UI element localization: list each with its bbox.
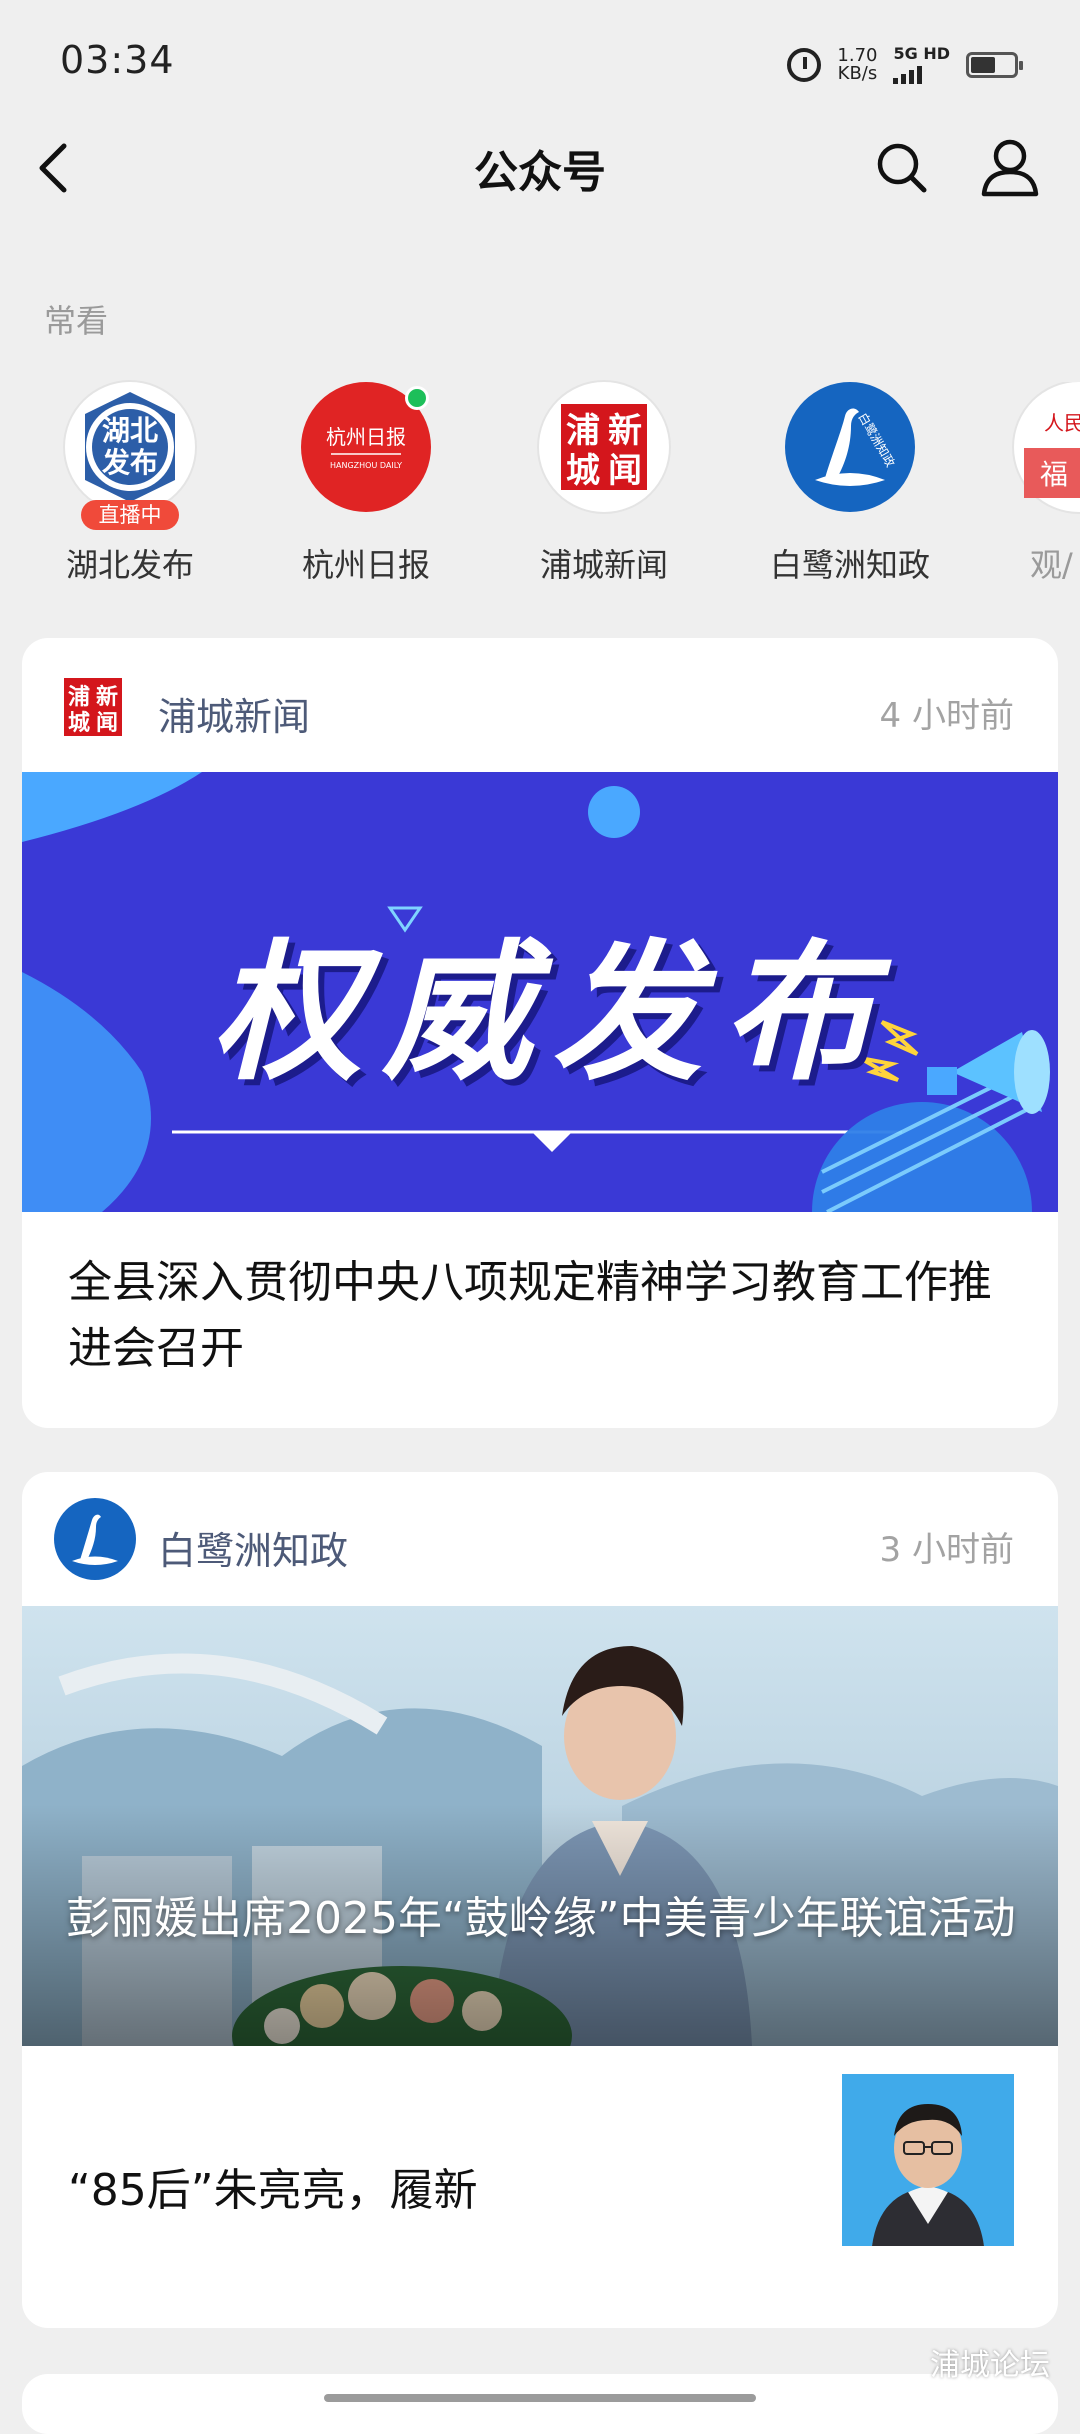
article-photo[interactable]: 彭丽媛出席2025年“鼓岭缘”中美青少年联谊活动 xyxy=(22,1606,1058,2046)
portrait-photo xyxy=(842,2074,1014,2246)
user-icon xyxy=(981,139,1039,197)
frequent-account-bailuzhou[interactable]: 白鹭洲知政 白鹭洲知政 xyxy=(740,382,960,586)
hubei-logo-icon: 湖北 发布 xyxy=(85,392,175,502)
svg-text:福: 福 xyxy=(1040,458,1068,491)
card-header: 浦 新 城 闻 浦城新闻 4 小时前 xyxy=(22,638,1058,772)
avatar: 人民日报 福 xyxy=(1014,382,1080,512)
pucheng-news-logo-icon: 浦 新 城 闻 xyxy=(561,404,647,491)
source-avatar: 浦 新 城 闻 xyxy=(64,678,122,736)
avatar: 浦 新 城 闻 xyxy=(539,382,669,512)
watermark-text: 浦城论坛 xyxy=(930,2348,1050,2383)
frequent-account-hangzhou[interactable]: 杭州日报 HANGZHOU DAILY 杭州日报 xyxy=(256,382,476,586)
sub-article-headline: “85后”朱亮亮，履新 xyxy=(68,2165,478,2216)
profile-button[interactable] xyxy=(978,136,1042,200)
svg-text:白鹭洲知政: 白鹭洲知政 xyxy=(855,410,898,469)
article-headline[interactable]: 全县深入贯彻中央八项规定精神学习教育工作推进会召开 xyxy=(68,1250,1018,1382)
alarm-icon xyxy=(787,48,822,82)
account-name: 湖北发布 xyxy=(65,546,194,584)
svg-text:城: 城 xyxy=(68,710,90,736)
speed-unit: KB/s xyxy=(837,63,878,84)
avatar: 湖北 发布 直播中 xyxy=(65,382,195,530)
sub-article-thumbnail xyxy=(842,2074,1014,2246)
status-icons: 1.70 KB/s 5G HD xyxy=(787,40,1023,90)
svg-text:新: 新 xyxy=(96,684,118,710)
peoples-daily-logo-icon: 人民日报 福 xyxy=(1024,411,1080,498)
article-banner-image[interactable]: 权威发布 xyxy=(22,772,1058,1212)
post-time: 4 小时前 xyxy=(879,696,1014,736)
svg-text:HANGZHOU DAILY: HANGZHOU DAILY xyxy=(330,461,402,470)
live-badge: 直播中 xyxy=(81,500,179,530)
svg-text:浦: 浦 xyxy=(566,411,600,451)
sub-article-row[interactable]: “85后”朱亮亮，履新 xyxy=(22,2046,1058,2326)
account-name: 白鹭洲知政 xyxy=(769,546,930,584)
svg-text:发布: 发布 xyxy=(101,446,158,479)
network-speed: 1.70 KB/s xyxy=(837,47,877,83)
account-name: 观/ xyxy=(1030,546,1073,584)
avatar: 白鹭洲知政 xyxy=(785,382,915,512)
search-button[interactable] xyxy=(872,138,932,198)
source-avatar xyxy=(54,1498,136,1580)
card-header: 白鹭洲知政 3 小时前 xyxy=(22,1472,1058,1606)
svg-text:浦: 浦 xyxy=(68,684,90,710)
feed-card-bailuzhou[interactable]: 白鹭洲知政 3 小时前 彭丽媛出席2025年“鼓岭缘”中美青少年联谊活动 “85… xyxy=(22,1472,1058,2328)
egret-logo-icon: 白鹭洲知政 xyxy=(815,408,898,486)
frequent-account-pucheng[interactable]: 浦 新 城 闻 浦城新闻 xyxy=(494,382,714,586)
signal-bars-icon xyxy=(893,62,950,84)
search-icon xyxy=(877,143,927,193)
status-time: 03:34 xyxy=(60,38,175,82)
frequent-account-hubei[interactable]: 湖北 发布 直播中 湖北发布 xyxy=(20,382,240,586)
frequent-account-partial[interactable]: 人民日报 福 观/ xyxy=(966,382,1080,586)
svg-text:闻: 闻 xyxy=(96,711,118,736)
event-photo xyxy=(22,1606,1058,2046)
avatar: 杭州日报 HANGZHOU DAILY xyxy=(301,382,431,512)
svg-text:闻: 闻 xyxy=(608,451,642,491)
source-name[interactable]: 浦城新闻 xyxy=(158,686,310,741)
new-content-dot xyxy=(405,386,429,410)
signal-indicator: 5G HD xyxy=(893,46,950,84)
home-indicator[interactable] xyxy=(324,2394,756,2402)
svg-text:湖北: 湖北 xyxy=(102,414,158,447)
feed-card-next[interactable] xyxy=(22,2374,1058,2434)
account-name: 浦城新闻 xyxy=(539,546,668,584)
svg-text:杭州日报: 杭州日报 xyxy=(326,425,406,449)
account-name: 杭州日报 xyxy=(301,546,430,584)
battery-icon xyxy=(966,52,1023,78)
banner-title: 权威发布 xyxy=(211,927,892,1101)
post-time: 3 小时前 xyxy=(879,1530,1014,1570)
source-name[interactable]: 白鹭洲知政 xyxy=(158,1520,348,1575)
megaphone-icon xyxy=(927,1030,1050,1114)
section-label-frequent: 常看 xyxy=(44,302,109,340)
egret-logo-icon xyxy=(72,1514,118,1565)
feed-card-pucheng[interactable]: 浦 新 城 闻 浦城新闻 4 小时前 权威发布 全县深入贯彻中央八项规定精神学习… xyxy=(22,638,1058,1428)
pucheng-news-logo-icon: 浦 新 城 闻 xyxy=(64,678,122,736)
svg-text:新: 新 xyxy=(608,411,642,451)
network-type: 5G HD xyxy=(893,44,950,63)
photo-caption: 彭丽媛出席2025年“鼓岭缘”中美青少年联谊活动 xyxy=(66,1893,1016,1944)
svg-text:城: 城 xyxy=(566,451,600,491)
svg-text:人民日报: 人民日报 xyxy=(1044,411,1080,435)
